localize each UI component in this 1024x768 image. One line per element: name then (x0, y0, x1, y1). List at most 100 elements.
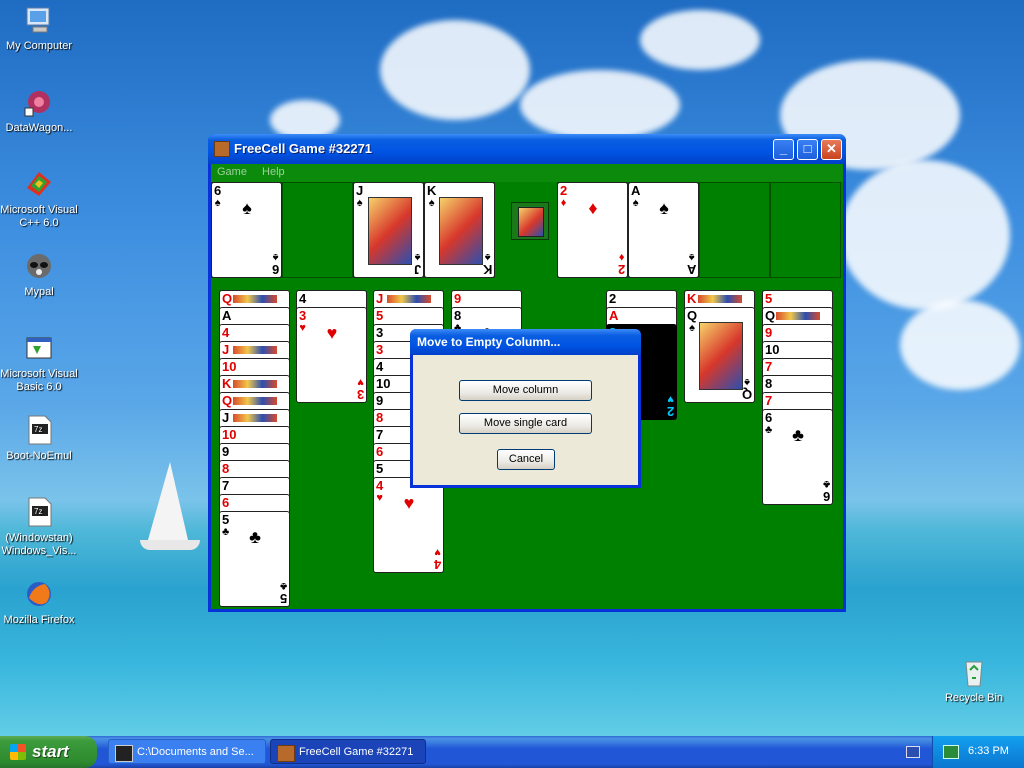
playing-card[interactable]: 6 ♣ 6 ♣ ♣ (762, 409, 833, 505)
maximize-button[interactable]: □ (797, 139, 818, 160)
card-rank: 5 (376, 308, 384, 323)
card-corner-bottom: Q ♠ (741, 375, 752, 402)
dialog-body: Move column Move single card Cancel (413, 355, 638, 485)
firefox-icon[interactable]: Mozilla Firefox (0, 578, 79, 627)
start-button[interactable]: start (0, 736, 97, 768)
sailboat-sail (148, 462, 188, 540)
card-rank: 4 (299, 291, 307, 306)
cloud (520, 70, 680, 140)
menu-game[interactable]: Game (211, 164, 253, 180)
taskbar-item-documents[interactable]: C:\Documents and Se... (108, 739, 266, 764)
card-rank: 10 (376, 376, 391, 391)
card-corner: 5 ♣ (222, 513, 229, 539)
visual-studio-icon (27, 172, 51, 196)
msvc-icon[interactable]: Microsoft Visual C++ 6.0 (0, 168, 79, 230)
face-card-art (439, 197, 483, 265)
computer-icon (26, 7, 50, 33)
card-rank: Q (222, 393, 233, 408)
cloud (900, 300, 1020, 390)
card-suit: ♠ (632, 197, 639, 209)
card-rank: J (376, 291, 384, 306)
cloud (840, 160, 1010, 310)
minimize-button[interactable]: _ (773, 139, 794, 160)
taskbar-item-label: C:\Documents and Se... (137, 746, 254, 758)
playing-card[interactable]: K ♠ K ♠ (424, 182, 495, 278)
vb6-icon[interactable]: Microsoft Visual Basic 6.0 (0, 332, 79, 394)
playing-card[interactable]: J ♠ J ♠ (353, 182, 424, 278)
start-label: start (32, 742, 69, 761)
freecell-app-icon (214, 141, 230, 157)
face-card-art (699, 322, 743, 390)
card-rank: 8 (765, 376, 773, 391)
cloud (380, 20, 530, 120)
icon-label: Boot-NoEmul (6, 450, 72, 462)
playing-card[interactable]: Q ♠ Q ♠ (684, 307, 755, 403)
freecell-app-icon (277, 745, 295, 762)
card-corner-bottom: J ♠ (414, 250, 421, 277)
playing-card[interactable]: A ♠ A ♠ ♠ (628, 182, 699, 278)
window-titlebar[interactable]: FreeCell Game #32271 _ □ ✕ (208, 134, 846, 164)
card-rank: 2 (617, 262, 625, 277)
foundation-cell[interactable] (770, 182, 841, 278)
playing-card[interactable]: 6 ♠ 6 ♠ ♠ (211, 182, 282, 278)
foundation-cell[interactable] (699, 182, 770, 278)
icon-label: Recycle Bin (944, 692, 1004, 704)
cancel-button[interactable]: Cancel (497, 449, 555, 470)
playing-card[interactable]: 4 ♥ 4 ♥ ♥ (373, 477, 444, 573)
taskbar: start C:\Documents and Se... FreeCell Ga… (0, 736, 1024, 768)
7zip-file-icon (115, 745, 133, 762)
svg-text:7z: 7z (34, 425, 42, 434)
move-single-card-button[interactable]: Move single card (459, 413, 592, 434)
card-suit: ♣ (765, 424, 773, 436)
mypal-icon[interactable]: Mypal (0, 250, 79, 299)
recycle-bin-icon[interactable]: Recycle Bin (934, 656, 1014, 705)
card-pips: ♠ (242, 198, 252, 218)
card-suit: ♣ (222, 526, 230, 538)
card-rank: 8 (454, 308, 462, 323)
card-suit: ♥ (376, 492, 383, 504)
card-rank: A (609, 308, 619, 323)
face-card-art (233, 414, 277, 422)
boot-noemul-icon[interactable]: 7z Boot-NoEmul (0, 414, 79, 463)
menu-help[interactable]: Help (256, 164, 291, 180)
my-computer-icon[interactable]: My Computer (0, 4, 79, 53)
card-corner-bottom: A ♠ (687, 250, 696, 277)
face-card-art (368, 197, 412, 265)
raccoon-icon (27, 254, 51, 278)
taskbar-item-freecell[interactable]: FreeCell Game #32271 (270, 739, 426, 764)
playing-card[interactable]: 3 ♥ 3 ♥ ♥ (296, 307, 367, 403)
card-suit: ♦ (618, 251, 625, 263)
card-corner-bottom: 2 ♥ (667, 392, 674, 419)
card-rank: Q (687, 308, 698, 323)
playing-card[interactable]: 5 ♣ 5 ♣ ♣ (219, 511, 290, 607)
dialog-titlebar[interactable]: Move to Empty Column... (410, 329, 641, 355)
recycle-bin-glyph-icon (965, 661, 983, 687)
card-pips: ♣ (792, 425, 804, 445)
icon-label: Mozilla Firefox (3, 614, 75, 626)
card-rank: 3 (299, 308, 307, 323)
free-cell[interactable] (282, 182, 353, 278)
card-rank: 5 (765, 291, 773, 306)
card-rank: A (222, 308, 232, 323)
card-corner: J♠ (356, 184, 363, 210)
keyboard-icon[interactable] (906, 746, 920, 758)
card-rank: 6 (222, 495, 230, 510)
network-icon[interactable] (943, 745, 959, 759)
move-column-button[interactable]: Move column (459, 380, 592, 401)
card-corner: 4♥ (376, 479, 383, 505)
card-rank: Q (741, 387, 752, 402)
face-card-art (387, 295, 431, 303)
taskbar-item-label: FreeCell Game #32271 (299, 746, 414, 758)
card-rank: 7 (376, 427, 384, 442)
card-pips: ♦ (588, 198, 598, 218)
icon-label: My Computer (5, 40, 73, 52)
face-card-art (233, 380, 277, 388)
card-pips: ♥ (403, 493, 415, 513)
windowstan-icon[interactable]: 7z (Windowstan) Windows_Vis... (0, 496, 79, 558)
network-icon (24, 91, 50, 117)
card-suit: ♠ (214, 197, 221, 209)
playing-card[interactable]: 2 ♦ 2 ♦ ♦ (557, 182, 628, 278)
card-rank: 10 (222, 359, 237, 374)
datawagon-icon[interactable]: DataWagon... (0, 86, 79, 135)
close-button[interactable]: ✕ (821, 139, 842, 160)
